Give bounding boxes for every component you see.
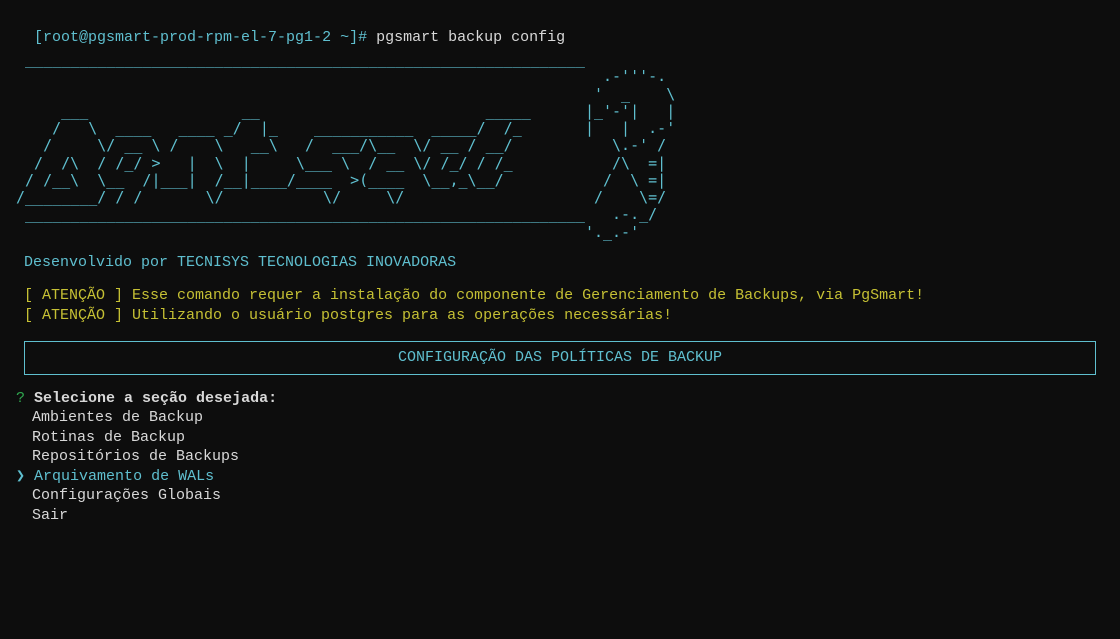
question-marker: ?: [16, 390, 25, 407]
menu-item-rotinas[interactable]: Rotinas de Backup: [32, 428, 1104, 448]
menu-question-line: ? Selecione a seção desejada:: [16, 389, 1104, 409]
menu-item-label: Ambientes de Backup: [32, 409, 203, 426]
question-text: Selecione a seção desejada:: [34, 390, 277, 407]
shell-command: pgsmart backup config: [376, 29, 565, 46]
menu-item-ambientes[interactable]: Ambientes de Backup: [32, 408, 1104, 428]
menu-item-repositorios[interactable]: Repositórios de Backups: [32, 447, 1104, 467]
shell-prompt-user: [root@pgsmart-prod-rpm-el-7-pg1-2 ~]#: [34, 29, 376, 46]
shell-prompt-line: [root@pgsmart-prod-rpm-el-7-pg1-2 ~]# pg…: [16, 8, 1104, 47]
section-header: CONFIGURAÇÃO DAS POLÍTICAS DE BACKUP: [24, 341, 1096, 375]
menu-item-arquivamento[interactable]: ❯ Arquivamento de WALs: [16, 467, 1104, 487]
menu-item-config-globais[interactable]: Configurações Globais: [32, 486, 1104, 506]
ascii-logo: ________________________________________…: [16, 51, 1104, 241]
warning-line-2: [ ATENÇÃO ] Utilizando o usuário postgre…: [24, 306, 1104, 326]
selector-arrow-icon: ❯: [16, 468, 25, 485]
menu-item-label: Configurações Globais: [32, 487, 221, 504]
menu-item-label: Arquivamento de WALs: [34, 468, 214, 485]
developer-credit: Desenvolvido por TECNISYS TECNOLOGIAS IN…: [24, 253, 1104, 273]
menu-group: ? Selecione a seção desejada: Ambientes …: [16, 389, 1104, 526]
menu-item-label: Sair: [32, 507, 68, 524]
menu-item-sair[interactable]: Sair: [32, 506, 1104, 526]
warning-line-1: [ ATENÇÃO ] Esse comando requer a instal…: [24, 286, 1104, 306]
menu-item-label: Repositórios de Backups: [32, 448, 239, 465]
menu-item-label: Rotinas de Backup: [32, 429, 185, 446]
